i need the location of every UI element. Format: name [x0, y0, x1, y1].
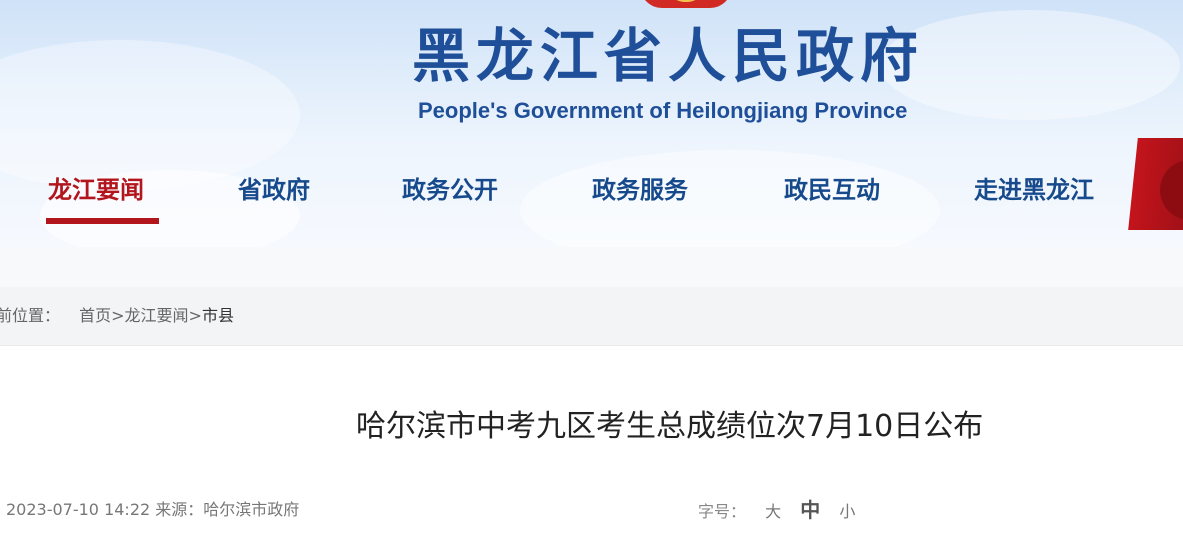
nav-item-government[interactable]: 省政府: [238, 168, 310, 212]
font-size-large-button[interactable]: 大: [765, 502, 781, 521]
site-title-cn[interactable]: 黑龙江省人民政府: [412, 18, 972, 94]
article-meta: 2023-07-10 14:22 来源：哈尔滨市政府: [6, 498, 299, 522]
font-size-label: 字号：: [698, 502, 747, 521]
breadcrumb-news[interactable]: 龙江要闻: [125, 306, 189, 325]
nav-item-news[interactable]: 龙江要闻: [48, 168, 144, 212]
breadcrumb-separator: >: [111, 306, 125, 325]
national-emblem-icon: [640, 0, 732, 8]
breadcrumb-separator: >: [188, 306, 202, 325]
nav-item-interaction[interactable]: 政民互动: [784, 168, 880, 212]
article-date: 2023-07-10 14:22: [6, 500, 151, 519]
spacer-band: [0, 247, 1183, 287]
font-size-switcher: 字号： 大 中 小: [698, 498, 855, 522]
breadcrumb: 前位置： 首页>龙江要闻>市县: [0, 304, 234, 328]
nav-item-services[interactable]: 政务服务: [592, 168, 688, 212]
source-label: 来源：: [155, 500, 204, 519]
nav-item-public-affairs[interactable]: 政务公开: [402, 168, 498, 212]
font-size-medium-button[interactable]: 中: [800, 498, 820, 522]
font-size-small-button[interactable]: 小: [839, 502, 855, 521]
nav-active-underline: [46, 218, 159, 224]
site-header: 黑龙江省人民政府 People's Government of Heilongj…: [0, 0, 1183, 247]
nav-item-about-heilongjiang[interactable]: 走进黑龙江: [974, 168, 1094, 212]
breadcrumb-prefix: 前位置：: [0, 306, 61, 325]
article-title: 哈尔滨市中考九区考生总成绩位次7月10日公布: [356, 409, 984, 444]
breadcrumb-current[interactable]: 市县: [202, 306, 234, 325]
article-source: 哈尔滨市政府: [203, 500, 300, 519]
breadcrumb-home[interactable]: 首页: [79, 306, 111, 325]
site-title-en[interactable]: People's Government of Heilongjiang Prov…: [418, 96, 978, 126]
